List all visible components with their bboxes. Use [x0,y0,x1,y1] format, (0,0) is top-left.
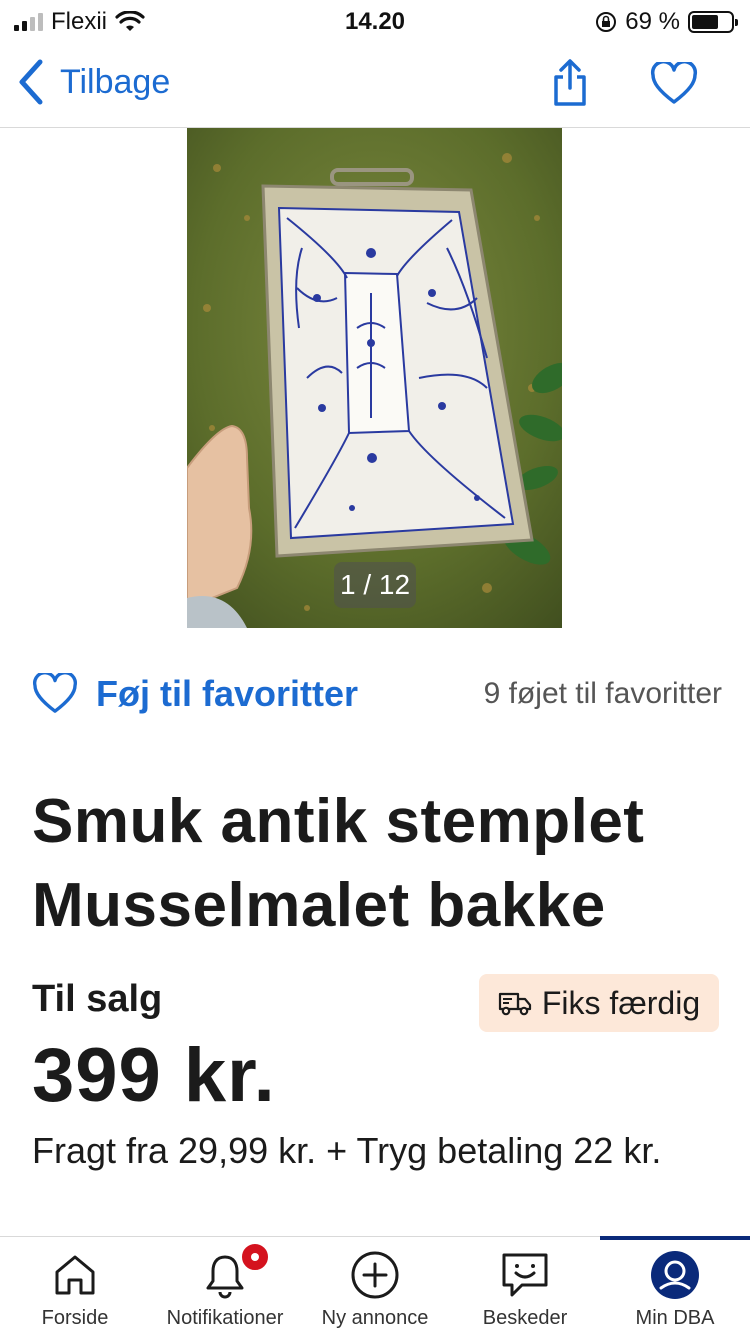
tab-ny-annonce[interactable]: Ny annonce [300,1237,450,1334]
battery-percent: 69 % [625,8,680,35]
share-button[interactable] [548,58,592,108]
tab-bar: Forside Notifikationer Ny annonce Besked… [0,1236,750,1334]
notification-dot [239,1241,271,1273]
chevron-left-icon [19,59,43,105]
tab-label: Min DBA [635,1307,715,1329]
fiks-faerdig-label: Fiks færdig [541,984,701,1021]
favorites-row: Føj til favoritter 9 føjet til favoritte… [32,666,722,722]
chat-icon [499,1249,551,1301]
add-to-favorites-button[interactable]: Føj til favoritter [32,673,358,715]
tab-forside[interactable]: Forside [0,1237,150,1334]
heart-icon [33,673,77,713]
favorite-button[interactable] [650,60,698,106]
status-right: 69 % [595,8,738,36]
price: 399 kr. [32,1033,276,1118]
tab-label: Ny annonce [321,1307,429,1329]
fiks-faerdig-badge[interactable]: Fiks færdig [479,974,719,1032]
rotation-lock-icon [596,12,617,32]
status-bar: Flexii 14.20 69 % [0,0,750,44]
tray-photo-image [187,128,562,628]
bell-icon [199,1241,271,1301]
nav-bar: Tilbage [0,44,750,128]
tab-label: Notifikationer [166,1307,284,1329]
plus-circle-icon [349,1249,401,1301]
tab-label: Forside [41,1307,109,1329]
add-to-favorites-label: Føj til favoritter [96,673,359,714]
tab-notifikationer[interactable]: Notifikationer [150,1237,300,1334]
shipping-info: Fragt fra 29,99 kr. + Tryg betaling 22 k… [32,1130,662,1171]
battery-icon [688,11,738,33]
tab-min-dba[interactable]: Min DBA [600,1236,750,1334]
profile-icon [649,1249,701,1301]
listing-photo[interactable]: 1 / 12 [187,128,562,628]
back-button[interactable]: Tilbage [16,58,170,106]
tab-label: Beskeder [482,1307,568,1329]
photo-counter: 1 / 12 [334,562,416,608]
home-icon [49,1249,101,1301]
listing-title: Smuk antik stemplet Musselmalet bakke [32,787,645,940]
sale-type-label: Til salg [32,978,163,1020]
delivery-truck-icon [498,992,531,1016]
back-label: Tilbage [60,62,171,101]
favorites-count: 9 føjet til favoritter [483,677,722,710]
heart-icon [650,60,698,104]
share-icon [554,59,586,106]
tab-beskeder[interactable]: Beskeder [450,1237,600,1334]
